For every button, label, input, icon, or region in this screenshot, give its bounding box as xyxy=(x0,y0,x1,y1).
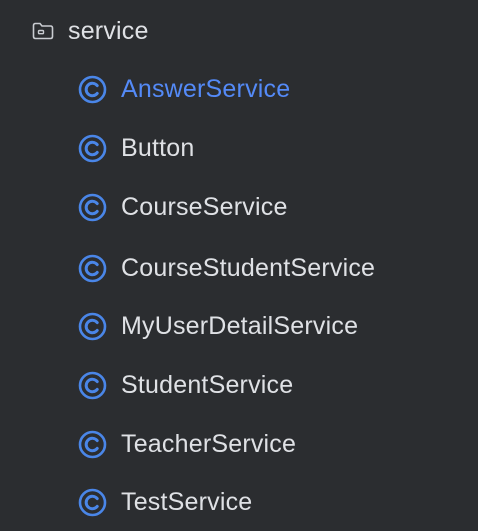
tree-item-label: TestService xyxy=(121,487,253,516)
folder-label: service xyxy=(68,16,149,45)
tree-folder-service[interactable]: service xyxy=(0,2,478,60)
tree-item-studentservice[interactable]: StudentService xyxy=(0,356,478,414)
tree-item-label: CourseStudentService xyxy=(121,253,376,282)
tree-item-answerservice[interactable]: AnswerService xyxy=(0,60,478,118)
tree-item-label: MyUserDetailService xyxy=(121,311,359,340)
tree-item-courseservice[interactable]: CourseService xyxy=(0,178,478,236)
tree-item-label: Button xyxy=(121,133,195,162)
class-icon xyxy=(78,193,107,222)
tree-item-label: AnswerService xyxy=(121,74,291,103)
project-tree-panel: service AnswerService Button CourseServi… xyxy=(0,0,486,531)
class-icon xyxy=(78,254,107,283)
class-icon xyxy=(78,134,107,163)
tree-item-myuserdetailservice[interactable]: MyUserDetailService xyxy=(0,297,478,355)
tree-item-coursestudentservice[interactable]: CourseStudentService xyxy=(0,239,478,297)
class-icon xyxy=(78,371,107,400)
tree-item-teacherservice[interactable]: TeacherService xyxy=(0,415,478,473)
tree-item-label: StudentService xyxy=(121,370,294,399)
tree-item-button[interactable]: Button xyxy=(0,119,478,177)
tree-item-testservice[interactable]: TestService xyxy=(0,473,478,531)
tree-item-label: CourseService xyxy=(121,192,288,221)
tree-item-label: TeacherService xyxy=(121,429,297,458)
class-icon xyxy=(78,488,107,517)
class-icon xyxy=(78,75,107,104)
class-icon xyxy=(78,430,107,459)
folder-icon xyxy=(32,22,54,40)
class-icon xyxy=(78,312,107,341)
window-edge xyxy=(478,0,486,531)
